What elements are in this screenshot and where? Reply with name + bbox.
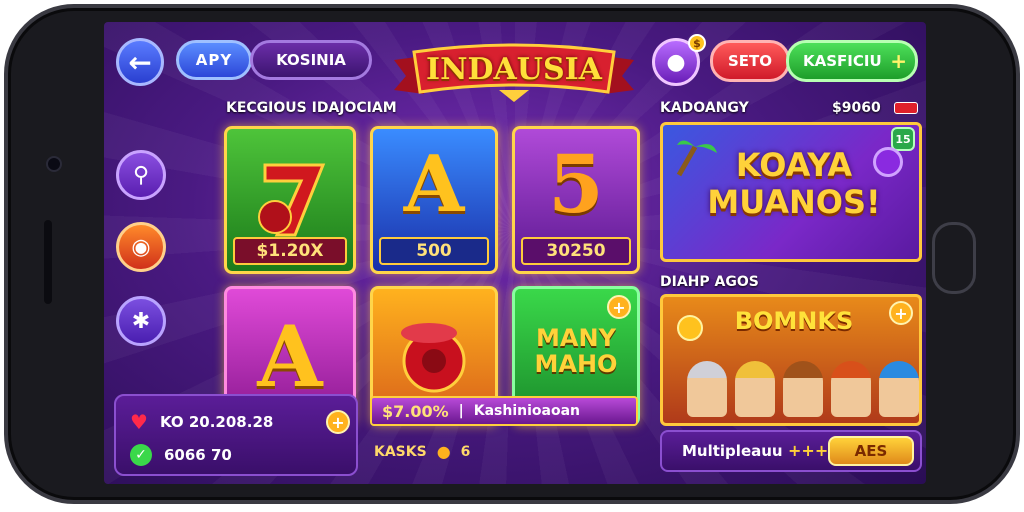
- section-title-right: KADOANGY: [660, 100, 749, 116]
- character-icon: [735, 361, 775, 417]
- coin-icon: ●: [436, 442, 451, 461]
- stat-row-1: ♥ KO 20.208.28: [130, 410, 273, 434]
- character-icon: [831, 361, 871, 417]
- balance-value: $9060: [832, 100, 881, 116]
- coin-icon: [677, 315, 703, 341]
- tile-overlay-bar[interactable]: $7.00% | Kashinioaoan: [370, 396, 638, 426]
- character-group: [687, 361, 919, 417]
- character-icon: [687, 361, 727, 417]
- stat-row-2: ✓ 6066 70: [130, 444, 232, 466]
- stat-value-1: KO 20.208.28: [159, 413, 274, 431]
- gem-icon: [873, 147, 903, 177]
- add-icon[interactable]: +: [607, 295, 631, 319]
- coin-stack-icon: ◉: [131, 234, 151, 260]
- camera-icon: [46, 156, 62, 172]
- kasks-label: KASKS: [374, 443, 427, 460]
- overlay-price: $7.00%: [382, 401, 449, 421]
- search-icon: ⚲: [132, 162, 150, 188]
- banner-title: INDAUSIA: [426, 52, 602, 87]
- heart-icon: ♥: [130, 410, 148, 434]
- cashier-label: KASFICIU: [803, 52, 882, 70]
- store-button[interactable]: SETO: [710, 40, 790, 82]
- add-icon[interactable]: +: [326, 410, 350, 434]
- tab-apy[interactable]: APY: [176, 40, 252, 80]
- back-button[interactable]: ←: [116, 38, 164, 86]
- character-icon: [783, 361, 823, 417]
- tile-price: 500: [379, 237, 489, 265]
- bonus-button[interactable]: ◉: [116, 222, 166, 272]
- tile-price: $1.20X: [233, 237, 347, 265]
- kasks-row: KASKS ● 6: [374, 442, 470, 461]
- check-icon: ✓: [130, 444, 152, 466]
- cashier-button[interactable]: KASFICIU +: [786, 40, 918, 82]
- promo-title-line2: MUANOS!: [707, 182, 881, 221]
- game-tile-cherry[interactable]: $1.20X: [224, 126, 356, 274]
- home-button[interactable]: [932, 222, 976, 294]
- coin-badge-icon: $: [688, 34, 706, 52]
- puzzle-icon: ✱: [131, 308, 151, 334]
- tab-kosinia[interactable]: KOSINIA: [250, 40, 372, 80]
- avatar-icon: ●: [666, 49, 686, 75]
- overlay-label: Kashinioaoan: [473, 403, 581, 419]
- tile-text-line1: MANY: [536, 323, 616, 352]
- promo-badge: 15: [891, 127, 915, 151]
- promo-card-bonus[interactable]: BOMNKS +: [660, 294, 922, 426]
- search-button[interactable]: ⚲: [116, 150, 166, 200]
- multiplier-label: Multipleauu: [682, 442, 783, 460]
- overlay-separator: |: [458, 403, 464, 419]
- promo-card-koaya[interactable]: KOAYA MUANOS! 15: [660, 122, 922, 262]
- multiplier-stars: +++: [788, 441, 829, 460]
- section-title-right-2: DIAHP AGOS: [660, 274, 759, 290]
- add-icon[interactable]: +: [889, 301, 913, 325]
- plus-icon: +: [890, 49, 907, 73]
- speaker-grille: [44, 220, 52, 304]
- player-stats-panel: ♥ KO 20.208.28 + ✓ 6066 70: [114, 394, 358, 476]
- arrow-left-icon: ←: [128, 45, 152, 79]
- multiplier-bar: Multipleauu +++ AES: [660, 430, 922, 472]
- game-tile-a[interactable]: A 500: [370, 126, 498, 274]
- battery-icon: [894, 102, 918, 114]
- tile-price: 30250: [521, 237, 631, 265]
- stat-value-2: 6066 70: [164, 446, 232, 464]
- game-tile-five[interactable]: 5 30250: [512, 126, 640, 274]
- action-button[interactable]: AES: [828, 436, 914, 466]
- tile-text-line2: MAHO: [534, 350, 618, 378]
- section-title-left: KECGIOUS IDAJOCIAM: [226, 100, 397, 116]
- game-screen: ← APY KOSINIA INDAUSIA ● $ SETO KASFICIU…: [104, 22, 926, 484]
- kasks-count: 6: [460, 443, 471, 460]
- puzzle-button[interactable]: ✱: [116, 296, 166, 346]
- title-banner: INDAUSIA: [394, 42, 634, 106]
- character-icon: [879, 361, 919, 417]
